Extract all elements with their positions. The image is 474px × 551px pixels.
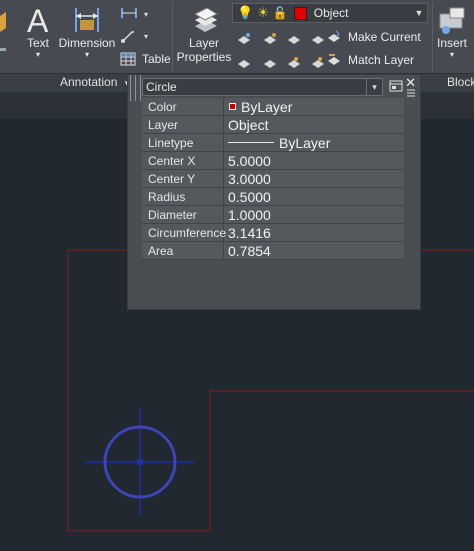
- text-label: Text: [26, 36, 49, 50]
- chevron-down-icon[interactable]: ▼: [411, 8, 427, 18]
- text-icon: A: [27, 4, 49, 36]
- layer-properties-button[interactable]: Layer Properties: [176, 4, 232, 64]
- layer-dropdown[interactable]: 💡 ☀ 🔓 Object ▼: [232, 3, 428, 23]
- property-value[interactable]: 1.0000: [224, 206, 404, 223]
- property-row-area[interactable]: Area 0.7854: [142, 242, 404, 260]
- property-name: Circumference: [142, 224, 226, 241]
- svg-text:▾: ▾: [144, 10, 148, 19]
- dimension-button[interactable]: Dimension ▾: [58, 4, 116, 59]
- layer-tools-row2[interactable]: [236, 54, 336, 72]
- table-icon: [120, 52, 136, 66]
- property-value[interactable]: 5.0000: [224, 152, 404, 169]
- property-value[interactable]: ByLayer: [224, 134, 404, 151]
- layer-color-swatch: [293, 6, 307, 20]
- property-row-center-x[interactable]: Center X 5.0000: [142, 152, 404, 170]
- palette-grip-handle[interactable]: [128, 75, 141, 101]
- property-name: Linetype: [142, 134, 224, 151]
- text-button[interactable]: A Text ▾: [22, 4, 54, 59]
- layer-properties-label: Layer Properties: [176, 36, 232, 64]
- property-row-linetype[interactable]: Linetype ByLayer: [142, 134, 404, 152]
- ribbon-separator: [432, 2, 433, 72]
- lock-icon: 🔓: [272, 6, 288, 20]
- annotation-panel-title: Annotation: [60, 75, 118, 89]
- table-label: Table: [142, 52, 171, 66]
- selected-object-type: Circle: [146, 80, 177, 94]
- layer-tools-row1[interactable]: [236, 30, 336, 48]
- insert-label: Insert: [436, 36, 467, 50]
- customize-icon[interactable]: [389, 79, 403, 93]
- center-grip: [137, 459, 143, 465]
- property-value[interactable]: 3.1416: [224, 224, 404, 241]
- match-layer-icon: [328, 54, 340, 65]
- layer-properties-icon: [193, 7, 219, 32]
- property-value[interactable]: ByLayer: [224, 98, 404, 115]
- color-value: ByLayer: [241, 98, 293, 115]
- dimension-icon: [75, 8, 99, 32]
- property-value[interactable]: Object: [224, 116, 404, 133]
- property-name: Center Y: [142, 170, 224, 187]
- linetype-preview: [228, 142, 274, 143]
- ribbon-separator: [172, 2, 173, 72]
- color-swatch: [229, 103, 236, 110]
- property-row-radius[interactable]: Radius 0.5000: [142, 188, 404, 206]
- svg-text:▾: ▾: [144, 32, 148, 41]
- insert-button[interactable]: Insert ▾: [434, 4, 470, 59]
- property-name: Radius: [142, 188, 224, 205]
- insert-block-icon: [439, 7, 465, 34]
- property-value[interactable]: 0.7854: [224, 242, 404, 259]
- lightbulb-icon: 💡: [237, 5, 254, 20]
- leader-icon[interactable]: ▾: [120, 28, 154, 44]
- property-value[interactable]: 3.0000: [224, 170, 404, 187]
- current-layer-name: Object: [313, 6, 349, 20]
- annotation-panel-label[interactable]: Annotation ▾: [60, 75, 129, 89]
- property-name: Color: [142, 98, 224, 115]
- linetype-value: ByLayer: [279, 134, 331, 151]
- linear-dim-icon[interactable]: ▾: [120, 6, 154, 20]
- make-current-button[interactable]: Make Current: [326, 29, 421, 45]
- partial-tool-icon[interactable]: [0, 8, 8, 63]
- chevron-down-icon[interactable]: ▾: [366, 79, 382, 95]
- property-row-color[interactable]: Color ByLayer: [142, 98, 404, 116]
- property-row-circumference[interactable]: Circumference 3.1416: [142, 224, 404, 242]
- property-value[interactable]: 0.5000: [224, 188, 404, 205]
- property-name: Area: [142, 242, 224, 259]
- palette-menu-icon[interactable]: [407, 89, 415, 97]
- make-current-label: Make Current: [348, 30, 421, 44]
- make-current-icon: [328, 30, 340, 42]
- property-row-diameter[interactable]: Diameter 1.0000: [142, 206, 404, 224]
- block-panel-label[interactable]: Block: [447, 75, 474, 89]
- table-button[interactable]: Table: [120, 52, 171, 66]
- object-type-select[interactable]: Circle ▾: [142, 78, 383, 96]
- property-row-layer[interactable]: Layer Object: [142, 116, 404, 134]
- match-layer-label: Match Layer: [348, 53, 415, 67]
- property-name: Center X: [142, 152, 224, 169]
- property-table: Color ByLayer Layer Object Linetype ByLa…: [142, 98, 404, 260]
- property-name: Layer: [142, 116, 224, 133]
- quick-properties-palette[interactable]: Circle ▾ ✕ Color ByLayer Layer Object Li…: [127, 74, 421, 310]
- sun-icon: ☀: [257, 5, 269, 20]
- property-row-center-y[interactable]: Center Y 3.0000: [142, 170, 404, 188]
- dimension-label: Dimension: [58, 36, 116, 50]
- svg-text:A: A: [27, 4, 49, 36]
- object-outline-inner: [68, 390, 474, 532]
- property-name: Diameter: [142, 206, 224, 223]
- match-layer-button[interactable]: Match Layer: [326, 52, 414, 68]
